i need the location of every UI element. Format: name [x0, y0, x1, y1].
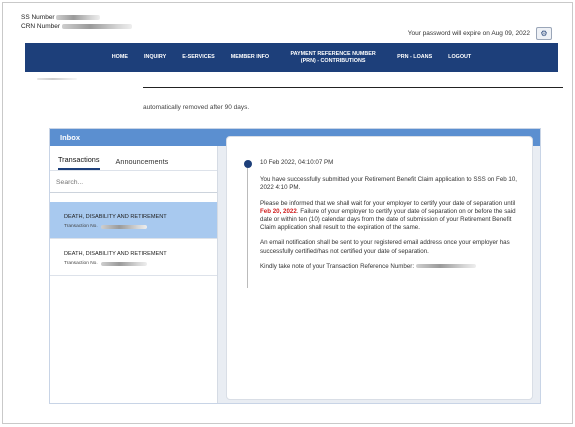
password-expiry: Your password will expire on Aug 09, 202…: [408, 27, 552, 40]
nav-logout[interactable]: LOGOUT: [440, 54, 479, 61]
crn-number-redacted: [61, 23, 132, 29]
nav-prn-loans[interactable]: PRN - LOANS: [389, 54, 440, 61]
message-p2-after: . Failure of your employer to certify yo…: [260, 207, 516, 232]
message-timestamp: 10 Feb 2022, 04:10:07 PM: [260, 159, 334, 166]
transaction-item[interactable]: DEATH, DISABILITY AND RETIREMENT Transac…: [50, 202, 217, 238]
account-info: SS Number CRN Number: [21, 13, 132, 31]
reference-number-redacted: [415, 264, 476, 269]
transaction-number: Transaction No.: [64, 224, 147, 229]
search-underline: [50, 191, 217, 193]
nav-member-info[interactable]: MEMBER INFO: [223, 54, 277, 61]
transaction-number-label: Transaction No.: [64, 261, 98, 266]
transaction-title: DEATH, DISABILITY AND RETIREMENT: [64, 251, 167, 257]
faint-text-redacted: [37, 76, 77, 81]
page-frame: SS Number CRN Number Your password will …: [2, 2, 573, 424]
faint-redacted-bar: [37, 77, 77, 80]
message-body: 10 Feb 2022, 04:10:07 PM You have succes…: [260, 159, 525, 278]
timeline-dot-icon: [244, 160, 252, 168]
settings-button[interactable]: ⚙: [536, 27, 552, 40]
search-input[interactable]: [56, 175, 211, 190]
crn-number-row: CRN Number: [21, 22, 132, 31]
message-p2-before: Please be informed that we shall wait fo…: [260, 199, 516, 207]
notice-text: automatically removed after 90 days.: [143, 104, 250, 111]
tab-transactions[interactable]: Transactions: [58, 155, 100, 170]
nav-home[interactable]: HOME: [104, 54, 136, 61]
inbox-tabs: Transactions Announcements: [50, 146, 217, 170]
transaction-number-label: Transaction No.: [64, 224, 98, 229]
timeline-line: [247, 168, 248, 288]
gear-icon: ⚙: [540, 29, 548, 38]
ss-number-label: SS Number: [21, 14, 55, 21]
message-paragraph-4: Kindly take note of your Transaction Ref…: [260, 263, 525, 271]
list-divider: [50, 275, 217, 276]
transaction-title: DEATH, DISABILITY AND RETIREMENT: [64, 214, 167, 220]
password-expiry-text: Your password will expire on Aug 09, 202…: [407, 30, 530, 37]
deadline-date: Feb 20, 2022: [260, 207, 297, 215]
nav-e-services[interactable]: E-SERVICES: [174, 54, 223, 61]
transaction-item[interactable]: DEATH, DISABILITY AND RETIREMENT Transac…: [50, 239, 217, 275]
nav-inquiry[interactable]: INQUIRY: [136, 54, 174, 61]
tab-announcements[interactable]: Announcements: [116, 157, 169, 170]
message-paragraph-3: An email notification shall be sent to y…: [260, 239, 510, 255]
ss-number-redacted: [56, 14, 101, 20]
message-paragraph-1: You have successfully submitted your Ret…: [260, 176, 518, 192]
transaction-number-redacted: [100, 261, 147, 266]
ss-number-row: SS Number: [21, 13, 132, 22]
transaction-number-redacted: [100, 224, 147, 229]
nav-prn-contributions[interactable]: PAYMENT REFERENCE NUMBER (PRN) - CONTRIB…: [277, 51, 389, 65]
inbox-panel: Inbox Transactions Announcements DEATH, …: [49, 128, 541, 404]
transaction-number: Transaction No.: [64, 261, 147, 266]
reference-number-label: Kindly take note of your Transaction Ref…: [260, 262, 415, 270]
inbox-list-pane: Transactions Announcements DEATH, DISABI…: [50, 146, 218, 403]
main-navbar: HOME INQUIRY E-SERVICES MEMBER INFO PAYM…: [25, 43, 558, 72]
crn-number-label: CRN Number: [21, 23, 61, 30]
tabs-divider: [50, 170, 217, 171]
message-detail-pane: 10 Feb 2022, 04:10:07 PM You have succes…: [226, 136, 533, 400]
divider-line: [143, 87, 563, 88]
message-paragraph-2: Please be informed that we shall wait fo…: [260, 200, 525, 233]
